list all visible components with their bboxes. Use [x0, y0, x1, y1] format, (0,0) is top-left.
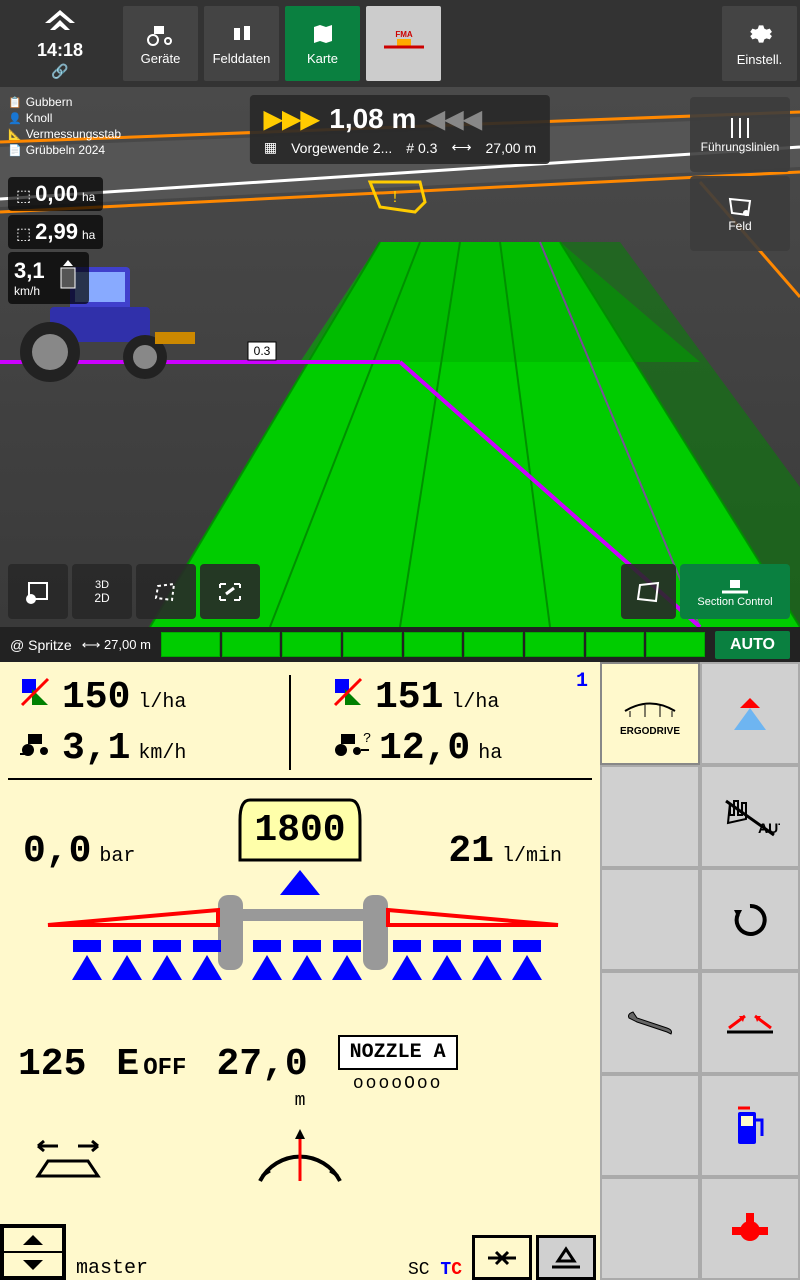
hand-auto-icon: AUTO: [720, 795, 780, 839]
center-button[interactable]: [200, 564, 260, 619]
rate-actual-icon: [18, 675, 54, 707]
mode-button-2[interactable]: [536, 1235, 596, 1280]
task-icon: 📄: [8, 144, 22, 157]
tractor-icon: [146, 22, 176, 46]
map-settings-button[interactable]: [8, 564, 68, 619]
logo-clock-area: 14:18 🔗: [0, 3, 120, 85]
nozzle-circles: ooooOoo: [353, 1074, 443, 1094]
tool-icon: 📐: [8, 128, 22, 141]
speed-tractor-icon: [18, 730, 54, 758]
clock-display: 14:18: [37, 40, 83, 61]
page-indicator: 1: [576, 670, 588, 693]
field-outline-button[interactable]: [621, 564, 676, 619]
width-arrows-icon: ⟷: [82, 637, 104, 652]
guidance-lines-button[interactable]: Führungslinien: [690, 97, 790, 172]
outline-icon: [634, 579, 664, 605]
job-info-panel: 📋Gubbern 👤Knoll 📐Vermessungsstab 📄Grübbe…: [8, 95, 121, 159]
sprayer-icon: FMA: [379, 29, 429, 53]
master-up-down[interactable]: [0, 1224, 66, 1280]
section-control-icon: [720, 576, 750, 596]
brand-logo-icon: [40, 8, 80, 38]
lines-icon: [726, 116, 754, 140]
area-stats: ⬚0,00ha ⬚2,99ha: [8, 177, 103, 249]
headland-icon: ▦: [264, 139, 277, 156]
svg-text:1800: 1800: [254, 809, 345, 852]
fielddata-icon: [230, 22, 254, 46]
fuel-pump-icon: [732, 1104, 768, 1148]
wrench-icon: [623, 1008, 677, 1038]
blank-button-3[interactable]: [600, 1074, 700, 1177]
implement-display: 1 150l/ha 3,1km/h 151l/ha ?12,0ha 0,0bar…: [0, 662, 600, 1280]
valve-button[interactable]: [700, 1177, 800, 1280]
connection-icon: 🔗: [51, 63, 68, 80]
master-up-button[interactable]: [3, 1227, 63, 1252]
rate-target-icon: [331, 675, 367, 707]
ergodrive-button[interactable]: ERGODRIVE: [600, 662, 700, 765]
converge-icon: [723, 1008, 777, 1038]
svg-text:FMA: FMA: [395, 30, 413, 39]
area-tractor-icon: ?: [331, 730, 371, 758]
gear-icon: [747, 21, 773, 47]
area-total-icon: ⬚: [16, 224, 31, 244]
nozzle-label: NOZZLE A: [338, 1035, 458, 1070]
blank-button-2[interactable]: [600, 868, 700, 971]
center-icon: [216, 580, 244, 604]
view-2d3d-button[interactable]: 3D2D: [72, 564, 132, 619]
person-icon: 👤: [8, 112, 22, 125]
mode-button-1[interactable]: [472, 1235, 532, 1280]
deviation-arrows-left: ▶▶▶: [264, 105, 319, 134]
nav-devices[interactable]: Geräte: [123, 6, 198, 81]
master-label: master: [66, 1257, 398, 1280]
boom-display: 0,0bar 21l/min 1800: [8, 790, 592, 1020]
fuel-button[interactable]: [700, 1074, 800, 1177]
nav-map[interactable]: Karte: [285, 6, 360, 81]
boom-graphic: [8, 885, 598, 995]
map-view[interactable]: ! 0.3 📋Gubbern 👤Knoll 📐Vermessungsstab 📄…: [0, 87, 800, 627]
blank-button-4[interactable]: [600, 1177, 700, 1280]
wrench-button[interactable]: [600, 971, 700, 1074]
svg-text:0.3: 0.3: [254, 344, 271, 358]
vehicle-top-icon: [53, 258, 83, 298]
clipboard-icon: 📋: [8, 96, 22, 109]
converge-button[interactable]: [700, 971, 800, 1074]
auto-mode-button[interactable]: AUTO: [715, 631, 790, 659]
blank-button-1[interactable]: [600, 765, 700, 868]
map-gear-icon: [23, 579, 53, 605]
sc-label: SC TC: [398, 1260, 472, 1280]
width-icon: ⟷: [451, 139, 471, 156]
boundary-icon: [152, 580, 180, 604]
field-icon: [726, 195, 754, 219]
area-worked-icon: ⬚: [16, 186, 31, 206]
field-button[interactable]: Feld: [690, 176, 790, 251]
refresh-icon: [730, 900, 770, 940]
deviation-arrows-right: ◀◀◀: [426, 105, 481, 134]
guidance-bar: ▶▶▶ 1,08 m ◀◀◀ ▦ Vorgewende 2... # 0.3 ⟷…: [250, 95, 550, 164]
svg-text:!: !: [393, 189, 397, 206]
ergodrive-icon: [620, 691, 680, 721]
speed-display: 3,1km/h: [8, 252, 89, 304]
gauge-icon: [240, 1121, 360, 1191]
width-adjust-icon: [28, 1131, 108, 1181]
master-down-button[interactable]: [3, 1252, 63, 1277]
section-status-bar: @ Spritze ⟷ 27,00 m AUTO: [0, 627, 800, 662]
section-control-button[interactable]: Section Control: [680, 564, 790, 619]
valve-icon: [728, 1209, 772, 1249]
refresh-button[interactable]: [700, 868, 800, 971]
boundary-button[interactable]: [136, 564, 196, 619]
nav-fielddata[interactable]: Felddaten: [204, 6, 279, 81]
svg-text:AUTO: AUTO: [758, 820, 780, 836]
nav-settings[interactable]: Einstell.: [722, 6, 797, 81]
map-icon: [311, 22, 335, 46]
svg-text:?: ?: [363, 731, 371, 747]
spray-icon: [728, 694, 772, 734]
manual-auto-button[interactable]: AUTO: [700, 765, 800, 868]
spray-button[interactable]: [700, 662, 800, 765]
nav-fma[interactable]: FMA: [366, 6, 441, 81]
section-indicators: [161, 632, 705, 657]
